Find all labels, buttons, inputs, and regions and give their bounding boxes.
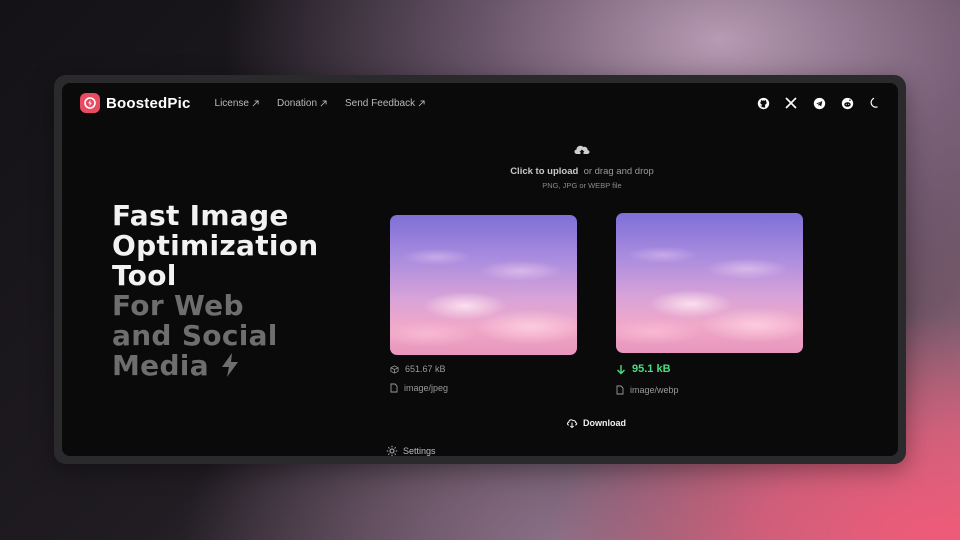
arrow-down-icon bbox=[617, 364, 625, 374]
moon-icon[interactable] bbox=[868, 96, 882, 110]
external-link-icon bbox=[320, 99, 327, 106]
file-icon bbox=[616, 385, 624, 395]
file-icon bbox=[390, 383, 398, 393]
optimized-size: 95.1 kB bbox=[616, 363, 671, 375]
telegram-icon[interactable] bbox=[812, 96, 826, 110]
package-icon bbox=[390, 364, 399, 374]
hero-line: Tool bbox=[112, 259, 177, 292]
top-nav: BoostedPic License Donation Send Feedbac… bbox=[80, 92, 882, 114]
optimized-type: image/webp bbox=[616, 385, 679, 395]
app-name[interactable]: BoostedPic bbox=[106, 95, 191, 112]
settings-toggle[interactable]: Settings bbox=[386, 445, 436, 456]
hero-line: Optimization bbox=[112, 229, 319, 262]
optimized-size-value: 95.1 kB bbox=[632, 363, 671, 375]
github-icon[interactable] bbox=[756, 96, 770, 110]
reddit-icon[interactable] bbox=[840, 96, 854, 110]
hero-line: and Social bbox=[112, 319, 278, 352]
nav-link-donation[interactable]: Donation bbox=[277, 98, 327, 109]
nav-link-license[interactable]: License bbox=[215, 98, 259, 109]
settings-label: Settings bbox=[403, 446, 436, 456]
nav-link-label: Donation bbox=[276, 97, 318, 109]
download-button[interactable]: Download bbox=[566, 417, 626, 428]
upload-cta[interactable]: Click to upload bbox=[510, 166, 578, 177]
upload-dropzone[interactable]: Click to upload or drag and drop PNG, JP… bbox=[482, 141, 682, 190]
optimized-type-value: image/webp bbox=[630, 385, 679, 395]
upload-formats: PNG, JPG or WEBP file bbox=[542, 181, 622, 190]
hero-line: For Web bbox=[112, 289, 244, 322]
nav-link-label: Send Feedback bbox=[345, 97, 416, 109]
logo-icon[interactable] bbox=[80, 93, 100, 113]
browser-frame: BoostedPic License Donation Send Feedbac… bbox=[54, 75, 906, 464]
original-size: 651.67 kB bbox=[390, 364, 446, 374]
social-icons bbox=[756, 96, 882, 110]
original-type-value: image/jpeg bbox=[404, 383, 449, 393]
original-type: image/jpeg bbox=[390, 383, 448, 393]
nav-link-feedback[interactable]: Send Feedback bbox=[345, 98, 425, 109]
external-link-icon bbox=[252, 99, 259, 106]
nav-links: License Donation Send Feedback bbox=[215, 98, 426, 109]
app-window: BoostedPic License Donation Send Feedbac… bbox=[62, 83, 898, 456]
gear-icon bbox=[386, 445, 398, 456]
optimized-image-preview bbox=[616, 213, 803, 353]
download-label: Download bbox=[583, 417, 626, 428]
cloud-download-icon bbox=[566, 419, 578, 428]
upload-instruction: Click to upload or drag and drop bbox=[482, 166, 682, 177]
original-image-preview bbox=[390, 215, 577, 355]
upload-alt-text: or drag and drop bbox=[583, 166, 654, 177]
lightning-icon bbox=[221, 353, 238, 377]
x-icon[interactable] bbox=[784, 96, 798, 110]
external-link-icon bbox=[418, 99, 425, 106]
hero-line-last: Media bbox=[112, 351, 319, 381]
hero-line: Fast Image bbox=[112, 199, 289, 232]
nav-link-label: License bbox=[214, 97, 249, 109]
cloud-upload-icon bbox=[574, 145, 590, 157]
original-size-value: 651.67 kB bbox=[405, 364, 446, 374]
hero-line: Media bbox=[112, 349, 209, 382]
hero-heading: Fast Image Optimization Tool For Web and… bbox=[112, 201, 319, 381]
